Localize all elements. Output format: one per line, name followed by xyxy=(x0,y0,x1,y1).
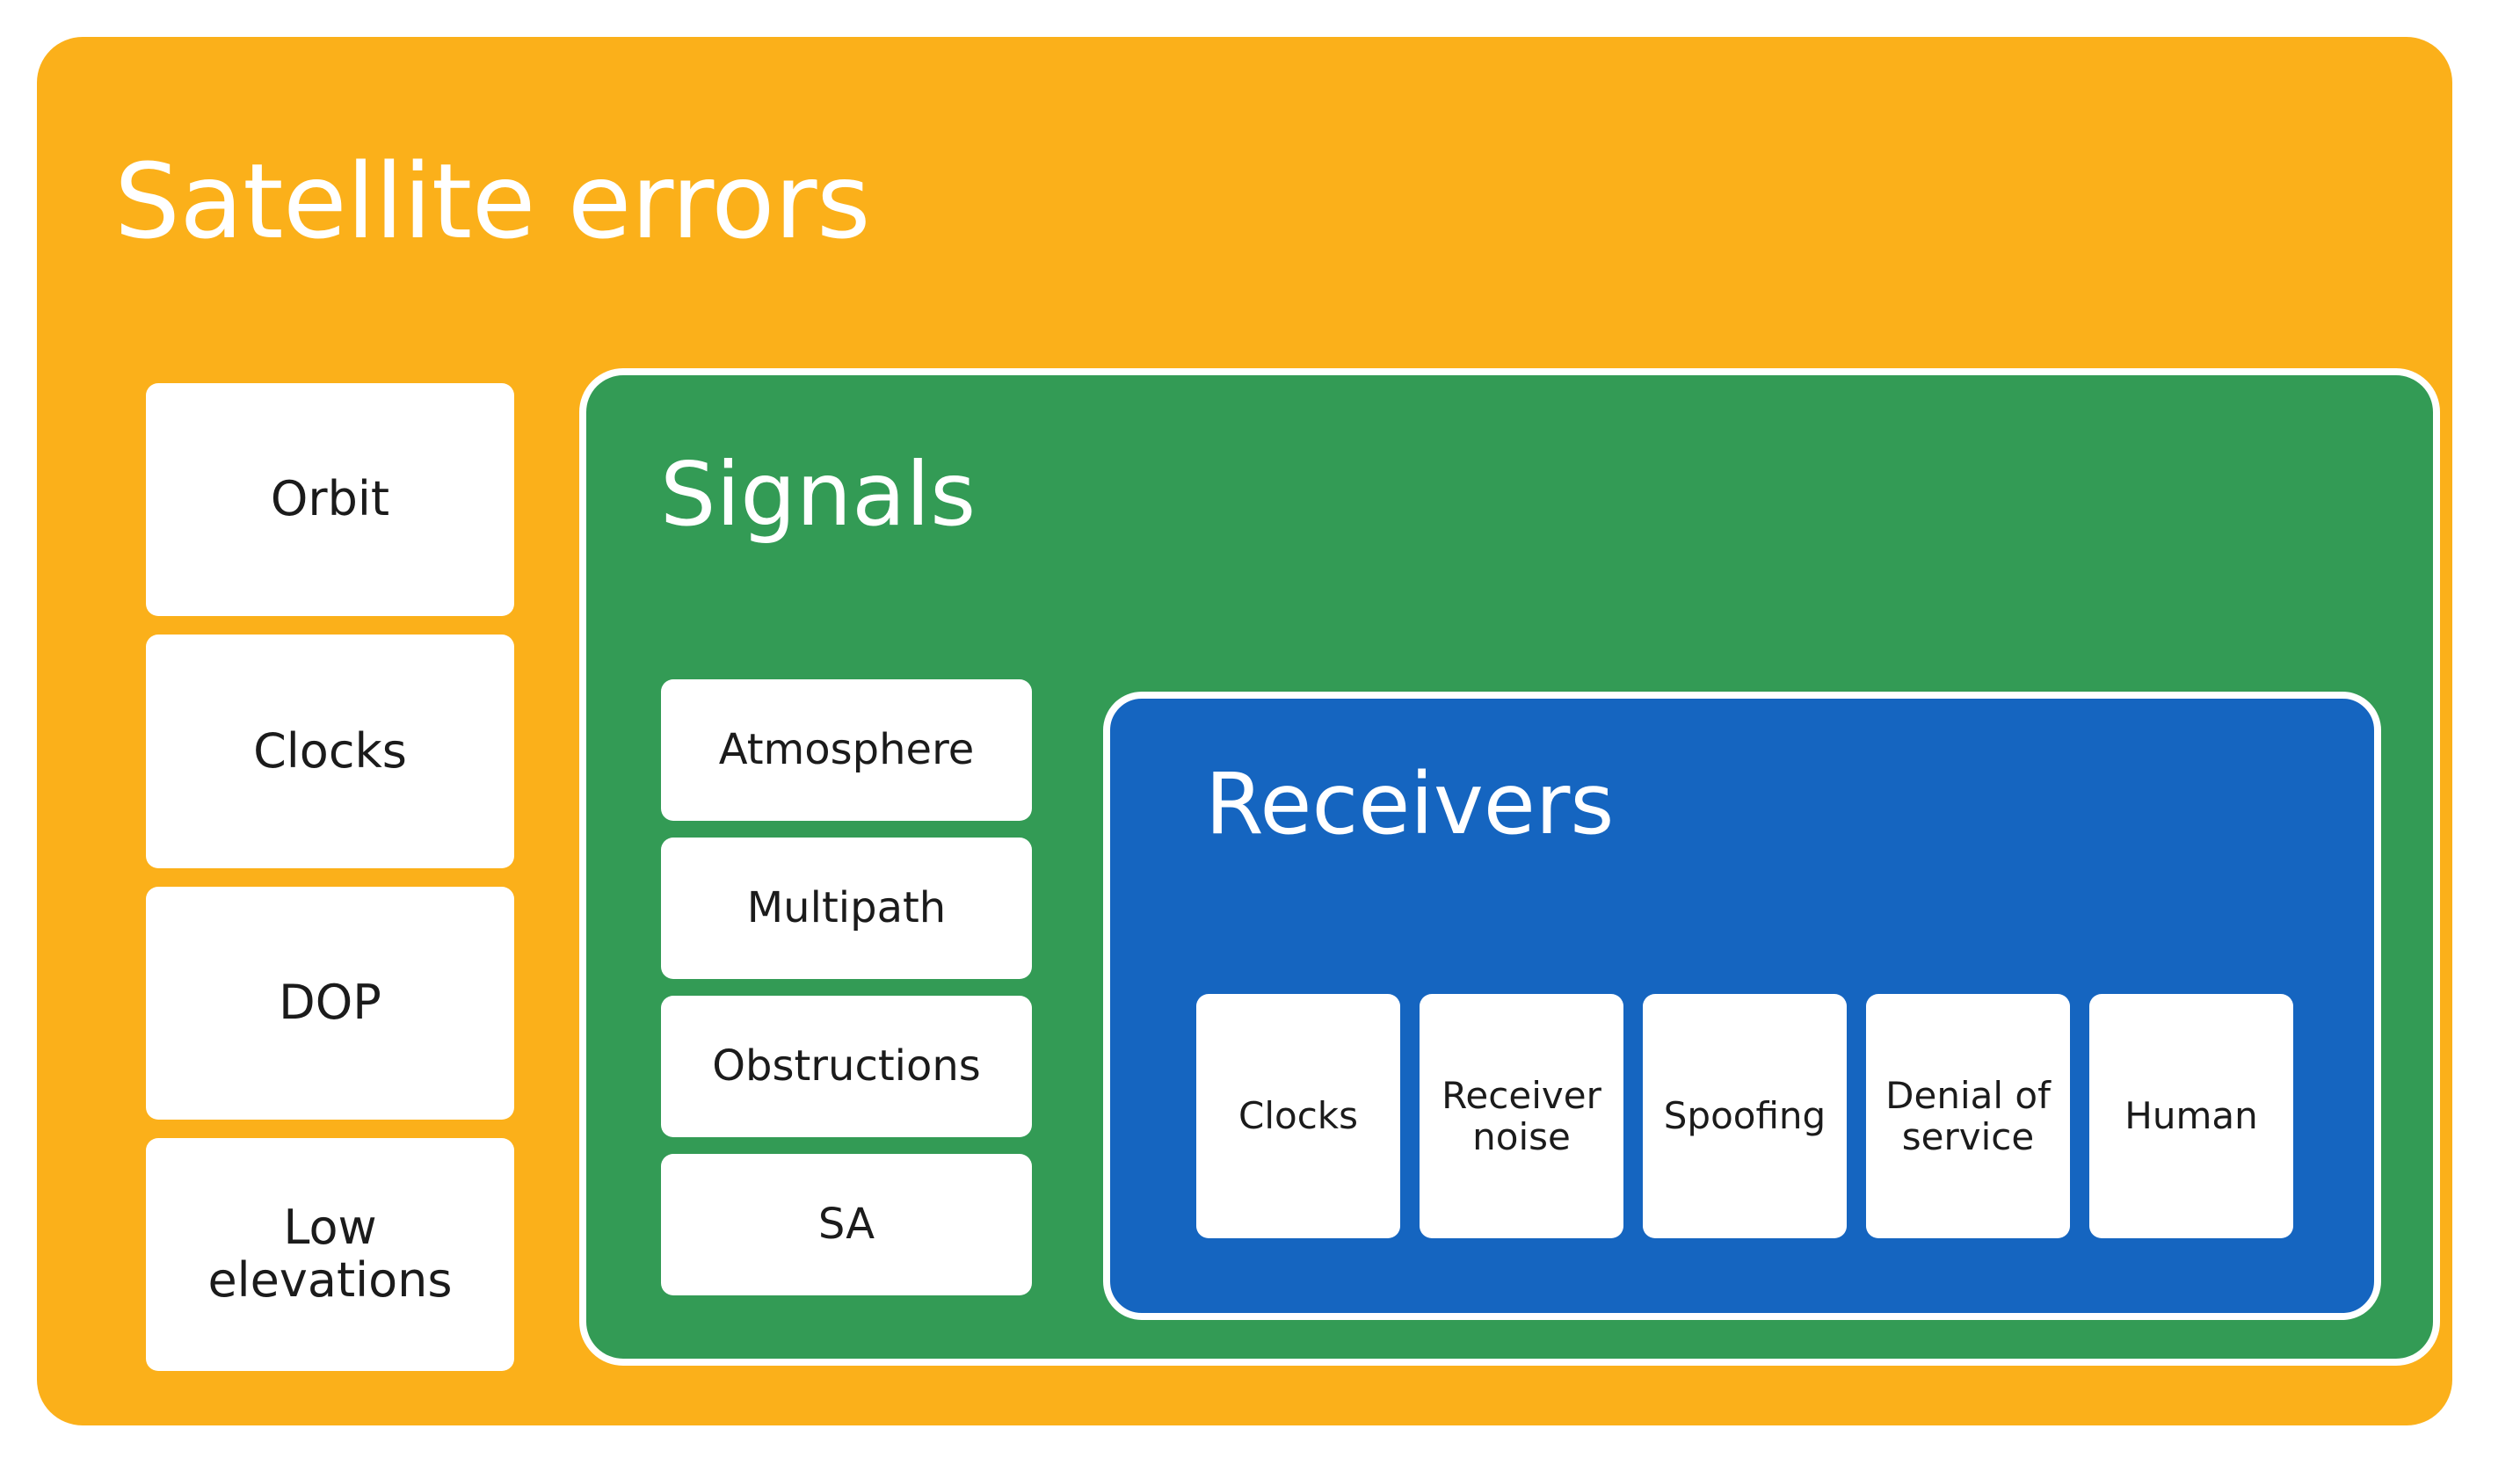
receivers-item-denial-of-service: Denial of service xyxy=(1866,994,2070,1238)
receivers-item-list: Clocks Receiver noise Spoofing Denial of… xyxy=(1196,994,2293,1238)
signals-item-label: SA xyxy=(817,1199,875,1249)
receivers-container: Receivers Clocks Receiver noise Spoofing… xyxy=(1103,692,2381,1320)
receivers-item-spoofing: Spoofing xyxy=(1643,994,1847,1238)
signals-item-atmosphere: Atmosphere xyxy=(661,679,1032,821)
receivers-title: Receivers xyxy=(1205,755,1615,853)
signals-item-label: Obstructions xyxy=(712,1041,981,1091)
diagram-canvas: Satellite errors Orbit Clocks DOP Low el… xyxy=(0,0,2520,1465)
satellite-errors-item-list: Orbit Clocks DOP Low elevations xyxy=(146,383,514,1371)
signals-item-multipath: Multipath xyxy=(661,838,1032,979)
receivers-item-label: Clocks xyxy=(1238,1094,1358,1138)
signals-title: Signals xyxy=(660,443,977,546)
receivers-item-receiver-noise: Receiver noise xyxy=(1420,994,1623,1238)
signals-item-label: Multipath xyxy=(746,882,947,932)
satellite-item-clocks: Clocks xyxy=(146,635,514,868)
satellite-item-label: Orbit xyxy=(270,471,390,527)
satellite-item-label: Low elevations xyxy=(207,1199,453,1309)
satellite-item-orbit: Orbit xyxy=(146,383,514,617)
signals-item-sa: SA xyxy=(661,1154,1032,1295)
satellite-item-dop: DOP xyxy=(146,886,514,1120)
receivers-item-clocks: Clocks xyxy=(1196,994,1400,1238)
signals-container: Signals Atmosphere Multipath Obstruction… xyxy=(579,368,2440,1366)
receivers-item-label: Human xyxy=(2124,1094,2258,1138)
satellite-item-low-elevations: Low elevations xyxy=(146,1137,514,1371)
satellite-item-label: Clocks xyxy=(253,722,407,779)
satellite-item-label: DOP xyxy=(279,974,381,1030)
signals-item-list: Atmosphere Multipath Obstructions SA xyxy=(661,679,1032,1295)
satellite-errors-title: Satellite errors xyxy=(114,141,870,262)
receivers-item-human: Human xyxy=(2089,994,2293,1238)
signals-item-label: Atmosphere xyxy=(718,724,975,774)
satellite-errors-container: Satellite errors Orbit Clocks DOP Low el… xyxy=(37,37,2452,1425)
receivers-item-label: Spoofing xyxy=(1663,1094,1826,1138)
receivers-item-label: Receiver noise xyxy=(1442,1073,1601,1158)
receivers-item-label: Denial of service xyxy=(1885,1073,2051,1158)
signals-item-obstructions: Obstructions xyxy=(661,996,1032,1137)
